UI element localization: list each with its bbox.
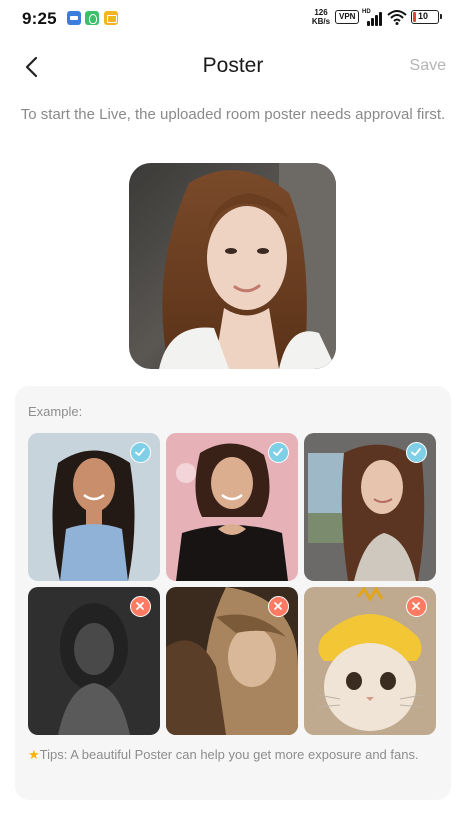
network-speed: 126 KB/s [310,8,332,26]
mail-icon [104,11,118,25]
security-icon [85,11,99,25]
example-good-3 [304,433,436,581]
messages-icon [67,11,81,25]
example-bad-3 [304,587,436,735]
star-icon: ★ [28,747,40,762]
example-label: Example: [28,404,83,419]
example-panel: Example: ★Tips: A beautiful Poster can h… [15,386,451,800]
approved-check-icon [130,442,151,463]
example-bad-2 [166,587,298,735]
rejected-x-icon [406,596,427,617]
example-good-2 [166,433,298,581]
example-bad-1 [28,587,160,735]
status-bar: 9:25 126 KB/s VPN HD 10 [0,0,466,36]
signal-icon: HD [362,9,384,26]
room-poster-image[interactable] [129,163,336,369]
approved-check-icon [268,442,289,463]
battery-level: 10 [418,11,429,21]
network-speed-value: 126 [314,8,328,17]
example-good-1 [28,433,160,581]
vpn-icon: VPN [335,10,360,24]
approved-check-icon [406,442,427,463]
status-time: 9:25 [22,9,57,28]
wifi-icon [387,9,407,25]
network-speed-unit: KB/s [311,17,331,26]
hd-label: HD [362,9,371,15]
rejected-x-icon [130,596,151,617]
tips-label: Tips: A beautiful Poster can help you ge… [39,747,419,762]
rejected-x-icon [268,596,289,617]
save-button[interactable]: Save [410,57,446,75]
instruction-text: To start the Live, the uploaded room pos… [20,106,446,123]
tips-text: ★Tips: A beautiful Poster can help you g… [28,745,438,764]
battery-icon: 10 [411,10,442,24]
page-title: Poster [202,54,264,77]
